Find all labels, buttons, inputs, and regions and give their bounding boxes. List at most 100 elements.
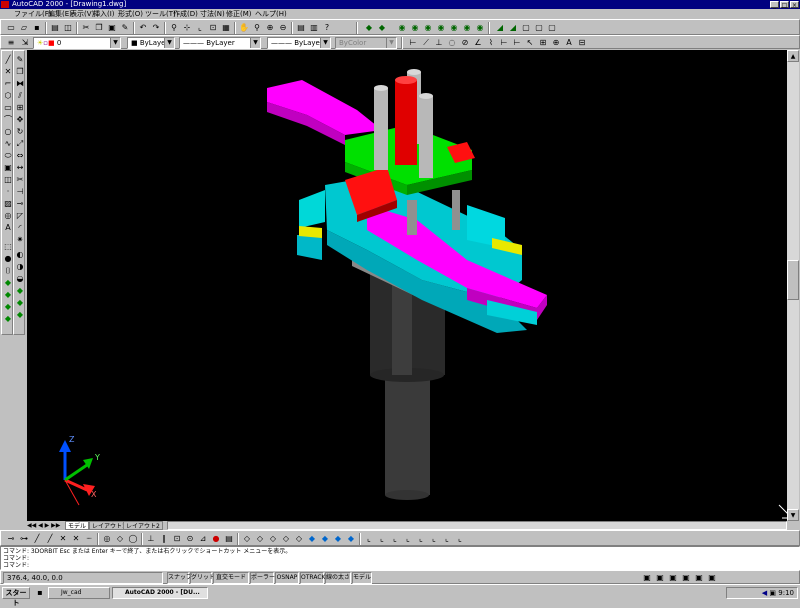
ucs-face-icon[interactable]: ⌞ <box>389 533 401 545</box>
tray-tool-4-icon[interactable]: ▣ <box>680 572 692 584</box>
menu-tools[interactable]: ツール(T) <box>145 9 176 19</box>
erase-icon[interactable]: ✎ <box>14 54 26 65</box>
menu-dimension[interactable]: 寸法(N) <box>200 9 225 19</box>
color-combo[interactable]: ■ ByLayer ▼ <box>127 37 175 49</box>
maximize-button[interactable]: □ <box>780 1 789 9</box>
fillet-icon[interactable]: ◜ <box>14 222 26 233</box>
explode-icon[interactable]: ✷ <box>14 234 26 245</box>
orbit-zoom-icon[interactable]: ◉ <box>448 22 460 34</box>
scale-icon[interactable]: ⤢ <box>14 138 26 149</box>
dim-edit-icon[interactable]: A <box>563 37 575 49</box>
copy-icon[interactable]: ❐ <box>93 22 105 34</box>
stretch-icon[interactable]: ⇔ <box>14 150 26 161</box>
cut-icon[interactable]: ✂ <box>80 22 92 34</box>
scroll-down-icon[interactable]: ▼ <box>787 509 799 521</box>
autocad-logo-icon[interactable] <box>1 1 9 8</box>
snap-icon[interactable]: ⊹ <box>181 22 193 34</box>
zoom-window-icon[interactable]: ⊕ <box>264 22 276 34</box>
tab-layout2[interactable]: レイアウト2 <box>123 521 163 530</box>
snap-midpoint-icon[interactable]: ╱ <box>44 533 56 545</box>
dim-linear-icon[interactable]: ⊢ <box>407 37 419 49</box>
offset-icon[interactable]: ⫽ <box>14 90 26 101</box>
drawing-canvas[interactable]: X Y Z <box>27 50 799 521</box>
snap-intersection-icon[interactable]: ✕ <box>57 533 69 545</box>
dim-continue-icon[interactable]: ⊢ <box>511 37 523 49</box>
orbit-swivel-icon[interactable]: ◉ <box>422 22 434 34</box>
tray-tool-1-icon[interactable]: ▣ <box>641 572 653 584</box>
task-jwcad[interactable]: Jw_cad <box>48 587 110 599</box>
snap-parallel-icon[interactable]: ∥ <box>158 533 170 545</box>
move-icon[interactable]: ✥ <box>14 114 26 125</box>
vertical-scrollbar[interactable]: ▲ ▼ <box>787 50 799 521</box>
ucs-object-icon[interactable]: ⌞ <box>376 533 388 545</box>
ucs-zaxis-icon[interactable]: ⌞ <box>428 533 440 545</box>
command-prompt[interactable]: コマンド: <box>3 562 29 569</box>
scroll-up-icon[interactable]: ▲ <box>787 50 799 62</box>
tray-ime-icon[interactable]: ▣ <box>769 589 776 597</box>
snap-node-icon[interactable]: ⊙ <box>184 533 196 545</box>
subtract-icon[interactable]: ◑ <box>14 261 26 272</box>
plotstyle-dropdown-icon[interactable]: ▼ <box>386 38 396 48</box>
snap-none-icon[interactable]: ● <box>210 533 222 545</box>
shade-gouraud-icon[interactable]: ◢ <box>507 22 519 34</box>
redraw-icon[interactable]: ▦ <box>220 22 232 34</box>
tracking-icon[interactable]: ⊶ <box>18 533 30 545</box>
open-icon[interactable]: ▱ <box>18 22 30 34</box>
pan-icon[interactable]: ✋ <box>238 22 250 34</box>
ucs-view-icon[interactable]: ⌞ <box>402 533 414 545</box>
snap-from-icon[interactable]: ⊸ <box>5 533 17 545</box>
new-icon[interactable]: ▭ <box>5 22 17 34</box>
coordinate-display[interactable]: 376.4, 40.0, 0.0 <box>3 572 163 584</box>
array-icon[interactable]: ⊞ <box>14 102 26 113</box>
break-icon[interactable]: ⊸ <box>14 198 26 209</box>
layer-dropdown-icon[interactable]: ▼ <box>110 38 120 48</box>
tray-tool-2-icon[interactable]: ▣ <box>654 572 666 584</box>
ucs-origin-icon[interactable]: ⌞ <box>415 533 427 545</box>
view-ne-icon[interactable]: ◆ <box>332 533 344 545</box>
layer-manager-icon[interactable]: ≡ <box>5 37 17 49</box>
snap-endpoint-icon[interactable]: ╱ <box>31 533 43 545</box>
dim-quick-icon[interactable]: ⌇ <box>485 37 497 49</box>
snap-tangent-icon[interactable]: ◯ <box>127 533 139 545</box>
tray-tool-6-icon[interactable]: ▣ <box>706 572 718 584</box>
quicklaunch-desktop-icon[interactable]: ▪ <box>34 587 46 599</box>
orbit-distance-icon[interactable]: ◉ <box>435 22 447 34</box>
tray-volume-icon[interactable]: ◀ <box>762 589 767 597</box>
tray-tool-5-icon[interactable]: ▣ <box>693 572 705 584</box>
color-dropdown-icon[interactable]: ▼ <box>164 38 174 48</box>
extend-icon[interactable]: ⊣ <box>14 186 26 197</box>
lineweight-dropdown-icon[interactable]: ▼ <box>320 38 330 48</box>
mirror-icon[interactable]: ⧓ <box>14 78 26 89</box>
scroll-thumb[interactable] <box>787 260 799 300</box>
dim-baseline-icon[interactable]: ⊢ <box>498 37 510 49</box>
ucs-icon[interactable]: ⌞ <box>194 22 206 34</box>
status-snap-button[interactable]: スナップ <box>167 572 192 584</box>
preview-icon[interactable]: ◫ <box>62 22 74 34</box>
horizontal-scrollbar[interactable] <box>167 521 787 530</box>
command-window[interactable]: コマンド: 3DORBIT Esc または Enter キーで終了、または右クリ… <box>0 546 800 570</box>
orbit-icon[interactable]: ◉ <box>396 22 408 34</box>
tab-model[interactable]: モデル <box>65 521 90 530</box>
tolerance-icon[interactable]: ⊞ <box>537 37 549 49</box>
undo-icon[interactable]: ↶ <box>137 22 149 34</box>
help-icon[interactable]: ? <box>321 22 333 34</box>
solid-face-icon[interactable]: ◆ <box>14 297 26 308</box>
intersect-icon[interactable]: ◒ <box>14 273 26 284</box>
union-icon[interactable]: ◐ <box>14 249 26 260</box>
print-icon[interactable]: ▤ <box>49 22 61 34</box>
dim-ordinate-icon[interactable]: ⊥ <box>433 37 445 49</box>
view-bottom-icon[interactable]: ◇ <box>267 533 279 545</box>
plotstyle-combo[interactable]: ByColor ▼ <box>335 37 397 49</box>
make-current-icon[interactable]: ⇲ <box>19 37 31 49</box>
orbit-continuous-icon[interactable]: ◉ <box>409 22 421 34</box>
snap-center-icon[interactable]: ◎ <box>101 533 113 545</box>
close-button[interactable]: × <box>790 1 799 9</box>
linetype-dropdown-icon[interactable]: ▼ <box>250 38 260 48</box>
status-polar-button[interactable]: ポーラー <box>250 572 275 584</box>
trim-icon[interactable]: ✂ <box>14 174 26 185</box>
designcenter-icon[interactable]: ▥ <box>308 22 320 34</box>
paste-icon[interactable]: ▣ <box>106 22 118 34</box>
status-lwt-button[interactable]: 線の太さ <box>325 572 351 584</box>
view-top2-icon[interactable]: ◇ <box>254 533 266 545</box>
menu-insert[interactable]: 挿入(I) <box>93 9 115 19</box>
